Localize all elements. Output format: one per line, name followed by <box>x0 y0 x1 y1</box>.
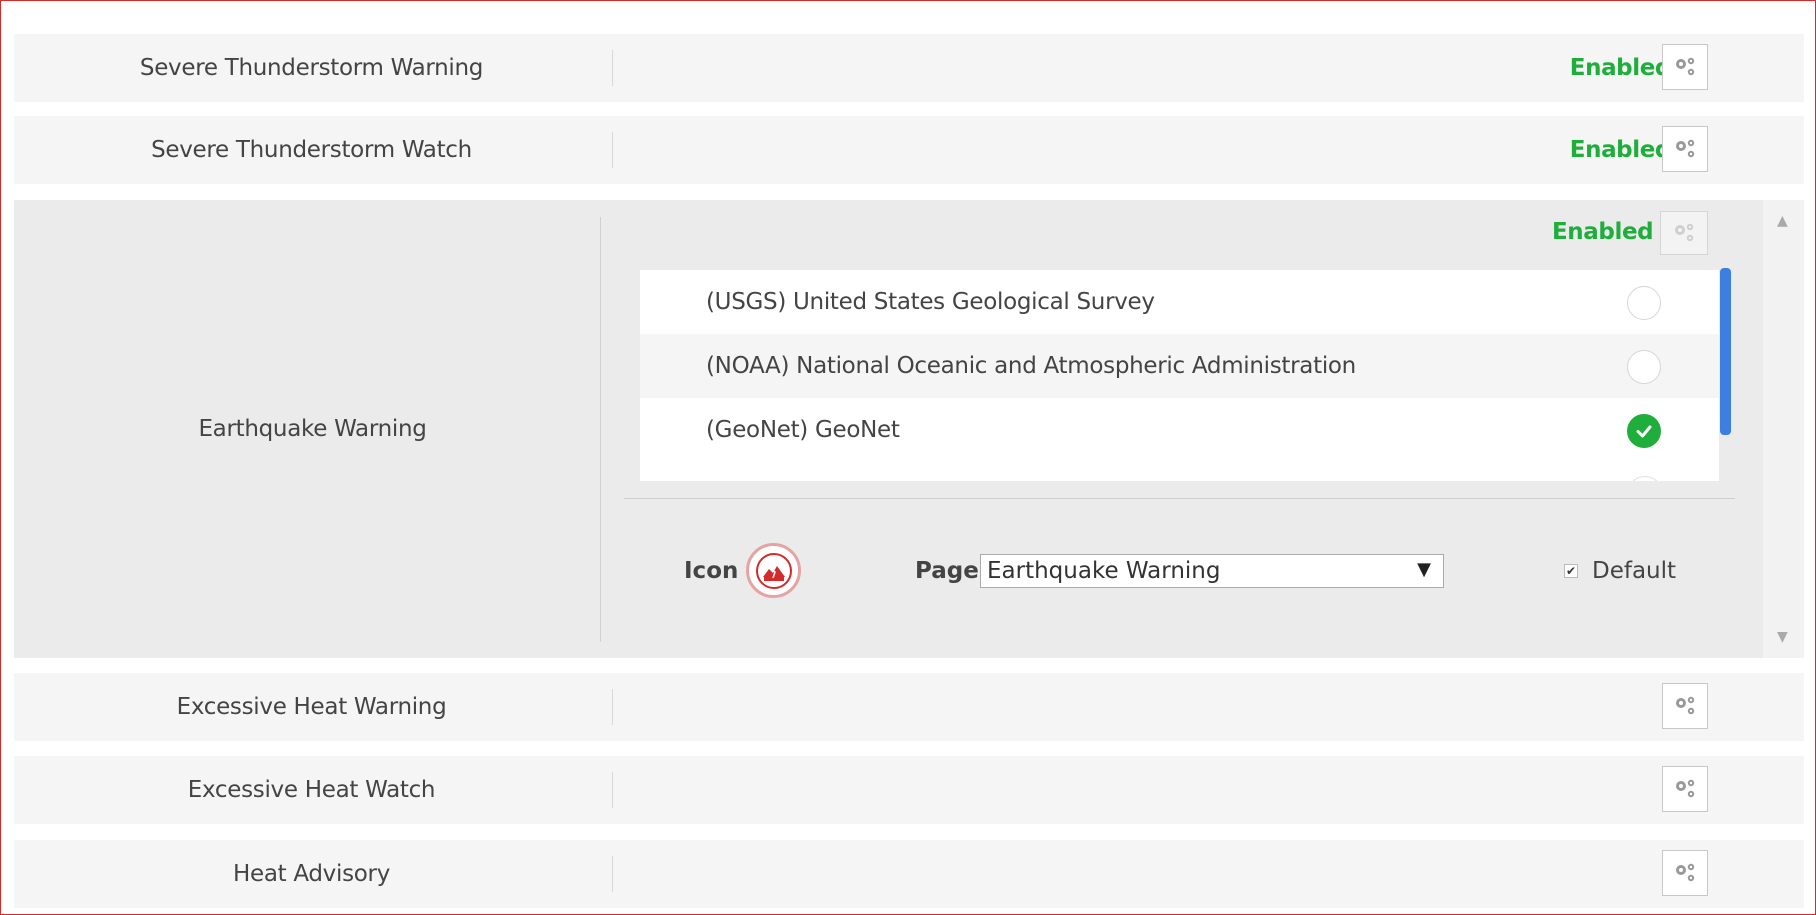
scroll-down-icon[interactable]: ▼ <box>1777 630 1788 644</box>
check-icon <box>1636 425 1652 438</box>
status-enabled: Enabled <box>1569 137 1672 163</box>
gears-icon <box>1676 139 1695 158</box>
gears-icon <box>1676 779 1695 798</box>
icon-label: Icon <box>684 558 739 584</box>
alert-row-excessive-heat-warning[interactable]: Excessive Heat Warning <box>14 673 1804 741</box>
row-divider <box>600 217 601 642</box>
row-divider <box>612 772 613 808</box>
alert-row-severe-thunderstorm-warning[interactable]: Severe Thunderstorm Warning Enabled <box>14 34 1804 102</box>
page-select[interactable]: Earthquake Warning ▼ <box>980 554 1444 588</box>
source-item[interactable]: (NOAA) National Oceanic and Atmospheric … <box>640 334 1719 398</box>
settings-button[interactable] <box>1662 766 1708 812</box>
gears-icon <box>1676 696 1695 715</box>
default-label: Default <box>1592 558 1677 584</box>
gears-icon <box>1675 223 1694 242</box>
row-divider <box>612 856 613 892</box>
settings-button[interactable] <box>1662 126 1708 172</box>
settings-button[interactable] <box>1662 683 1708 729</box>
settings-button[interactable] <box>1662 44 1708 90</box>
alert-row-severe-thunderstorm-watch[interactable]: Severe Thunderstorm Watch Enabled <box>14 116 1804 184</box>
source-radio-selected[interactable] <box>1627 414 1661 448</box>
source-list-scrollbar[interactable] <box>1720 268 1731 435</box>
source-radio[interactable] <box>1627 286 1661 320</box>
alert-row-label: Excessive Heat Watch <box>187 777 436 803</box>
source-item[interactable]: (USGS) United States Geological Survey <box>640 270 1719 334</box>
page-label: Page <box>915 558 979 584</box>
alerts-panel: Severe Thunderstorm Warning Enabled Seve… <box>0 0 1816 915</box>
alert-icon-picker[interactable] <box>746 543 801 598</box>
alert-row-earthquake-warning-expanded: Earthquake Warning Enabled (USGS) United… <box>14 200 1804 658</box>
alert-row-heat-advisory[interactable]: Heat Advisory <box>14 840 1804 908</box>
source-name: (NOAA) National Oceanic and Atmospheric … <box>706 353 1356 379</box>
row-divider <box>612 689 613 725</box>
source-name: (USGS) United States Geological Survey <box>706 289 1155 315</box>
alert-row-label: Severe Thunderstorm Warning <box>139 55 484 81</box>
alert-row-label: Heat Advisory <box>232 861 391 887</box>
source-radio <box>1627 476 1663 481</box>
status-enabled: Enabled <box>1569 55 1672 81</box>
gears-icon <box>1676 57 1695 76</box>
source-item[interactable]: (GeoNet) GeoNet <box>640 398 1719 462</box>
alert-row-excessive-heat-watch[interactable]: Excessive Heat Watch <box>14 756 1804 824</box>
settings-button[interactable] <box>1660 211 1708 255</box>
earthquake-icon <box>755 552 792 589</box>
alert-row-label: Severe Thunderstorm Watch <box>151 137 472 163</box>
source-name: (GeoNet) GeoNet <box>706 417 900 443</box>
triangle-down-icon: ▼ <box>1417 559 1431 580</box>
source-list[interactable]: (USGS) United States Geological Survey (… <box>640 270 1719 481</box>
source-radio[interactable] <box>1627 350 1661 384</box>
section-divider <box>624 498 1735 499</box>
alert-row-label: Earthquake Warning <box>198 416 427 442</box>
gears-icon <box>1676 863 1695 882</box>
row-divider <box>612 50 613 86</box>
scroll-up-icon[interactable]: ▲ <box>1777 214 1788 228</box>
settings-button[interactable] <box>1662 850 1708 896</box>
page-select-value: Earthquake Warning <box>987 558 1221 584</box>
status-enabled: Enabled <box>1552 219 1654 245</box>
row-divider <box>612 132 613 168</box>
alert-row-label: Excessive Heat Warning <box>176 694 447 720</box>
panel-scrollbar[interactable]: ▲ ▼ <box>1763 200 1804 658</box>
default-checkbox[interactable]: ✔ <box>1564 564 1578 578</box>
